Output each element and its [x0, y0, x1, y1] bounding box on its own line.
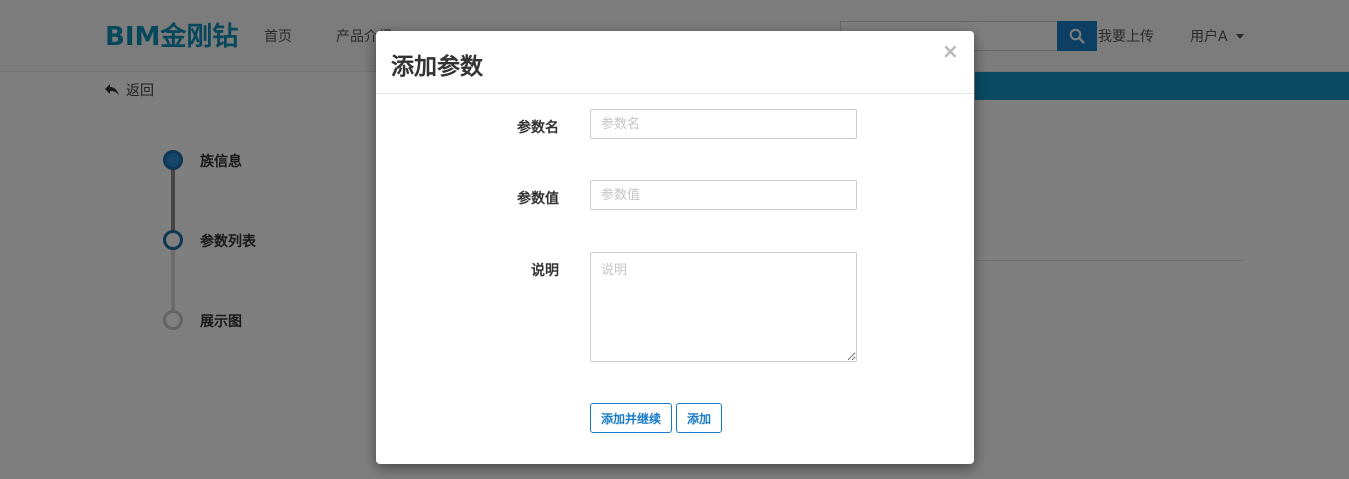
- add-and-continue-button[interactable]: 添加并继续: [590, 403, 672, 433]
- description-label: 说明: [531, 263, 559, 279]
- modal-title: 添加参数: [391, 54, 483, 80]
- add-parameter-modal: 添加参数 × 参数名 参数值 说明 添加并继续 添加: [376, 31, 974, 464]
- param-name-input[interactable]: [590, 109, 857, 139]
- param-name-label: 参数名: [517, 120, 559, 136]
- close-icon[interactable]: ×: [942, 41, 959, 61]
- param-value-input[interactable]: [590, 180, 857, 210]
- add-button[interactable]: 添加: [676, 403, 722, 433]
- modal-header: 添加参数 ×: [376, 31, 974, 94]
- description-textarea[interactable]: [590, 252, 857, 362]
- param-value-label: 参数值: [517, 191, 559, 207]
